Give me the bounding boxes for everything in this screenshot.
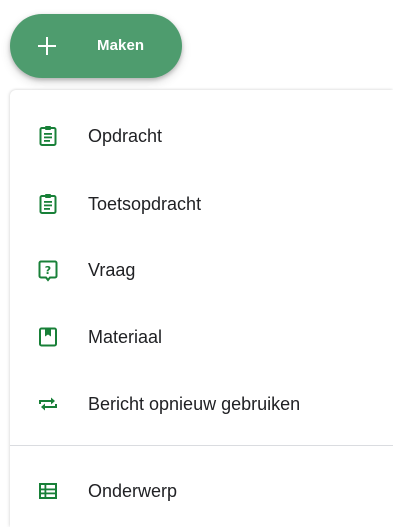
menu-item-label: Onderwerp [88, 481, 178, 501]
svg-text:?: ? [45, 264, 51, 277]
menu-divider [10, 445, 393, 446]
menu-item-opdracht[interactable]: Opdracht [10, 110, 393, 162]
menu-item-onderwerp[interactable]: Onderwerp [10, 465, 393, 517]
create-button[interactable]: Maken [10, 14, 182, 78]
reuse-icon [39, 397, 57, 411]
quiz-assignment-icon [39, 194, 57, 214]
menu-item-label: Vraag [88, 260, 136, 280]
assignment-icon [39, 126, 57, 146]
menu-item-vraag[interactable]: ? Vraag [10, 244, 393, 296]
plus-icon [38, 37, 56, 55]
topic-icon [39, 483, 57, 499]
menu-item-label: Toetsopdracht [88, 194, 202, 214]
menu-item-materiaal[interactable]: Materiaal [10, 311, 393, 363]
create-button-label: Maken [97, 37, 145, 54]
create-menu: Opdracht Toetsopdracht ? Vraag Materiaal [10, 90, 393, 527]
menu-item-bericht-opnieuw-gebruiken[interactable]: Bericht opnieuw gebruiken [10, 378, 393, 430]
material-icon [39, 327, 57, 347]
menu-item-label: Bericht opnieuw gebruiken [88, 394, 301, 414]
menu-item-label: Opdracht [88, 126, 163, 146]
menu-item-label: Materiaal [88, 327, 163, 347]
question-icon: ? [38, 260, 58, 282]
menu-item-toetsopdracht[interactable]: Toetsopdracht [10, 178, 393, 230]
